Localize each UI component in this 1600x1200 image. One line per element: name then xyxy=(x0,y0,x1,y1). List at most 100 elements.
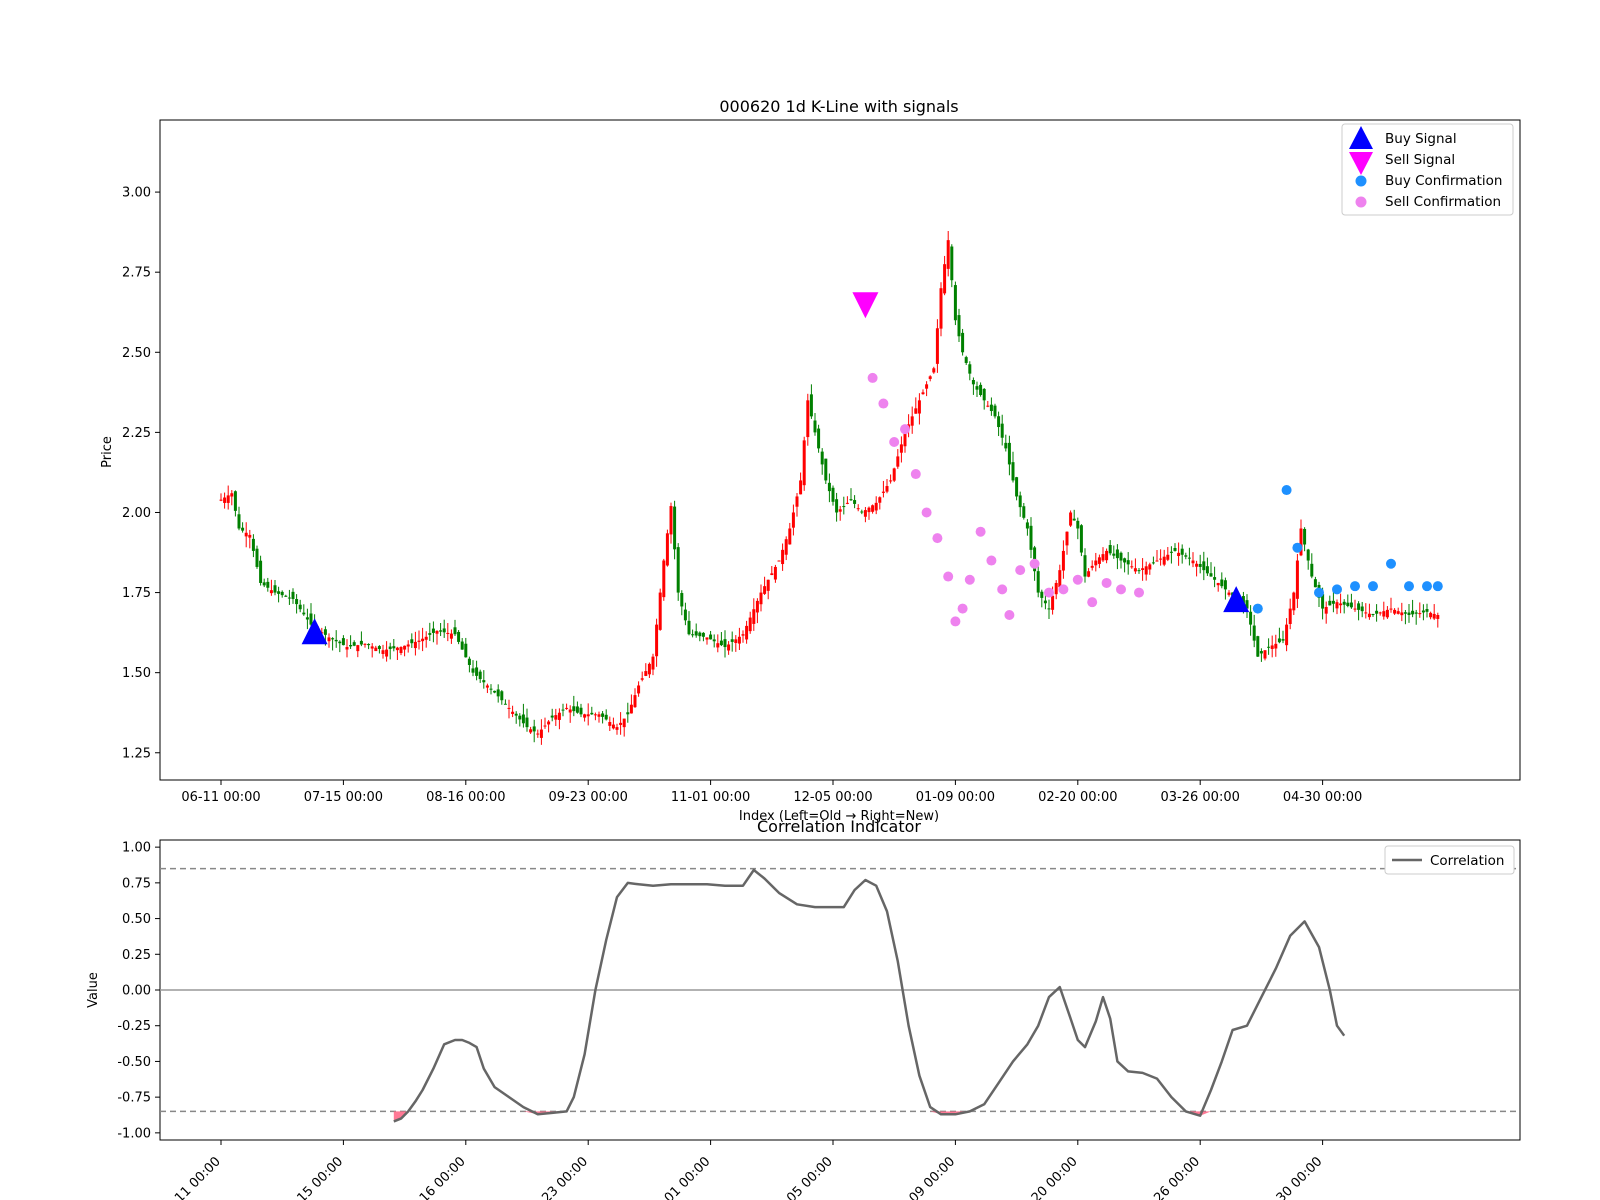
candle-body xyxy=(637,685,641,694)
candle-body xyxy=(1227,592,1231,595)
candle-body xyxy=(579,707,583,715)
candle-body xyxy=(338,641,342,644)
sell-confirmation-dot xyxy=(1058,584,1069,595)
candle-body xyxy=(608,722,612,726)
candle-body xyxy=(730,639,734,642)
candle-body xyxy=(914,408,918,414)
candle-body xyxy=(421,638,425,642)
candle-body xyxy=(370,646,374,649)
candle-body xyxy=(680,593,684,607)
candle-body xyxy=(1090,565,1094,568)
candle-body xyxy=(309,613,313,625)
candle-body xyxy=(867,507,871,513)
candle-body xyxy=(788,528,792,545)
candle-body xyxy=(280,591,284,596)
candle-body xyxy=(511,711,515,714)
candle-body xyxy=(363,643,367,645)
sell-confirmation-dot xyxy=(932,533,943,544)
candle-body xyxy=(892,468,896,481)
candle-body xyxy=(809,394,813,417)
candle-body xyxy=(1256,636,1260,657)
candle-body xyxy=(1018,495,1022,508)
price-y-tick-label: 3.00 xyxy=(122,186,151,201)
candle-body xyxy=(1054,582,1058,595)
candle-body xyxy=(1432,613,1436,619)
candle-body xyxy=(982,388,986,401)
candle-body xyxy=(665,533,669,566)
candle-body xyxy=(1346,602,1350,607)
candle-body xyxy=(1079,525,1083,553)
candle-body xyxy=(374,647,378,652)
price-x-tick-label: 08-16 00:00 xyxy=(426,790,505,805)
candle-body xyxy=(604,714,608,720)
candle-body xyxy=(575,706,579,713)
candle-body xyxy=(287,597,291,599)
candle-body xyxy=(482,680,486,683)
candle-body xyxy=(835,499,839,513)
price-plot-area xyxy=(159,119,1521,781)
candle-body xyxy=(424,636,428,640)
candle-body xyxy=(784,539,788,555)
candle-body xyxy=(284,595,288,597)
sell-confirmation-dot xyxy=(964,574,975,585)
candle-body xyxy=(932,368,936,373)
candle-body xyxy=(1198,564,1202,567)
candle-body xyxy=(1187,557,1191,559)
correlation-x-tick-label: 09-23 00:00 xyxy=(524,1154,591,1200)
candle-body xyxy=(590,712,594,715)
candle-body xyxy=(446,632,450,634)
candle-body xyxy=(266,581,270,588)
price-x-tick-label: 12-05 00:00 xyxy=(793,790,872,805)
candle-body xyxy=(626,712,630,715)
candle-body xyxy=(273,585,277,593)
candle-body xyxy=(640,678,644,680)
price-y-tick-label: 1.25 xyxy=(122,746,151,761)
sell-confirmation-dot xyxy=(878,398,889,409)
candle-body xyxy=(403,645,407,650)
correlation-y-tick-label: -0.50 xyxy=(117,1055,151,1070)
candle-body xyxy=(478,671,482,680)
price-x-tick-label: 07-15 00:00 xyxy=(304,790,383,805)
candle-body xyxy=(1184,555,1188,557)
candle-body xyxy=(925,384,929,389)
candle-body xyxy=(565,707,569,709)
candle-body xyxy=(964,357,968,363)
candle-body xyxy=(885,486,889,492)
candle-body xyxy=(464,643,468,658)
candle-body xyxy=(1277,638,1281,643)
candle-body xyxy=(1281,639,1285,641)
correlation-y-tick-label: 0.75 xyxy=(122,876,151,891)
correlation-y-ticks: -1.00 -0.75 -0.50 -0.25 0.00 0.25 0.50 0.75 1.00 xyxy=(117,841,160,1141)
candle-body xyxy=(644,671,648,676)
legend-correlation-label: Correlation xyxy=(1430,853,1504,869)
sell-confirmation-dot xyxy=(950,616,961,627)
price-y-tick-label: 2.75 xyxy=(122,266,151,281)
candle-body xyxy=(1177,552,1181,557)
candle-body xyxy=(651,656,655,670)
candle-body xyxy=(971,380,975,385)
candle-body xyxy=(356,645,360,652)
sell-confirmation-dot xyxy=(1004,610,1015,620)
buy-confirmation-dot xyxy=(1281,485,1292,496)
candle-body xyxy=(1195,563,1199,567)
candle-body xyxy=(928,376,932,379)
candle-body xyxy=(979,384,983,395)
candle-body xyxy=(1267,646,1271,648)
candle-body xyxy=(1007,442,1011,465)
sell-confirmation-dot xyxy=(975,526,986,537)
candle-body xyxy=(1357,603,1361,610)
candle-body xyxy=(615,727,619,730)
candle-body xyxy=(1151,562,1155,564)
candle-body xyxy=(1213,577,1217,580)
candle-body xyxy=(698,632,702,637)
candle-body xyxy=(367,643,371,646)
candle-body xyxy=(561,709,565,711)
candle-body xyxy=(431,628,435,633)
candle-body xyxy=(1400,612,1404,616)
candle-body xyxy=(1015,477,1019,497)
price-x-tick-label: 03-26 00:00 xyxy=(1161,790,1240,805)
candle-body xyxy=(525,717,529,728)
candle-body xyxy=(1418,613,1422,615)
candle-body xyxy=(467,658,471,665)
candle-body xyxy=(568,709,572,713)
